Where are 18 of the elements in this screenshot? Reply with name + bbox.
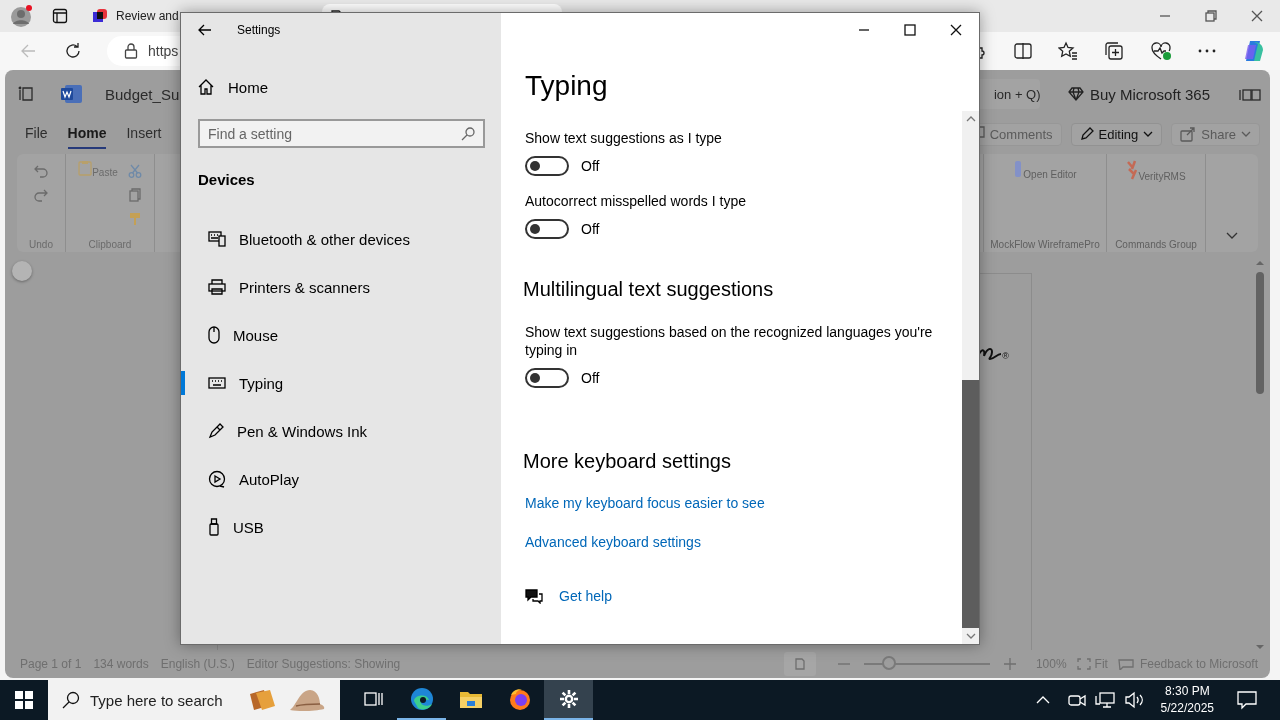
window-title: Settings	[237, 23, 281, 37]
group-label: Clipboard	[88, 239, 132, 250]
page-title: Typing	[525, 69, 609, 103]
toggle-state: Off	[581, 158, 600, 174]
toggle-state: Off	[581, 221, 600, 237]
setting-label: Show text suggestions based on the recognized languages you're typing in	[525, 323, 934, 359]
registered-mark: ®	[1002, 351, 1009, 361]
document-title: Budget_Su	[105, 85, 180, 103]
time-text: 8:30 PM	[1164, 683, 1210, 700]
setting-label: Autocorrect misspelled words I type	[525, 192, 747, 210]
date-text: 5/22/2025	[1160, 700, 1214, 717]
group-label: Commands Group	[1115, 239, 1197, 250]
section-title: Devices	[198, 170, 256, 190]
toggle-state: Off	[581, 370, 600, 386]
setting-label: Show text suggestions as I type	[525, 129, 723, 147]
group-label: MockFlow WireframePro	[990, 239, 1100, 250]
section-heading: Multilingual text suggestions	[523, 277, 775, 302]
section-heading: More keyboard settings	[523, 449, 732, 474]
